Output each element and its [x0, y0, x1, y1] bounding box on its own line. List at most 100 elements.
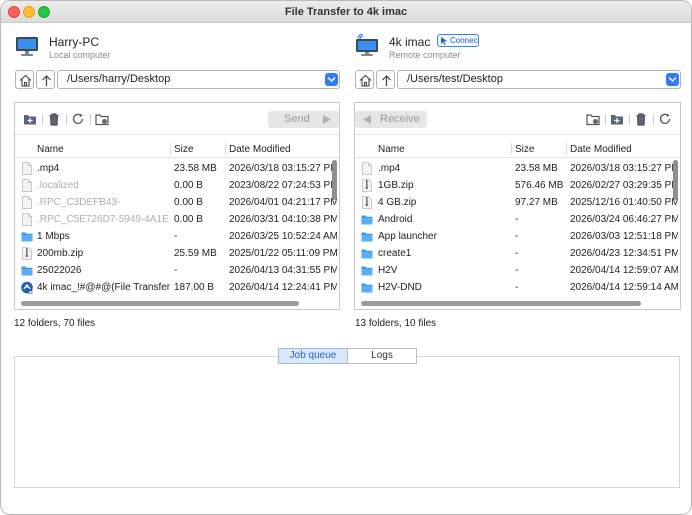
col-header-date[interactable]: Date Modified [570, 144, 632, 155]
local-table-header: Name Size Date Modified [15, 140, 339, 158]
folder-settings-icon[interactable] [586, 112, 600, 126]
connect-button[interactable]: Connect [437, 34, 479, 47]
cell-name: H2V [378, 265, 398, 276]
remote-path-dropdown[interactable] [666, 73, 679, 86]
cell-date: 2025/12/16 01:40:50 PM [570, 197, 678, 208]
table-row[interactable]: .RPC_C3DEFB43- 0.00 B 2026/04/01 04:21:17 … [15, 194, 339, 211]
remote-path-field[interactable]: /Users/test/Desktop [397, 70, 681, 89]
cell-name: 25022026 [37, 265, 82, 276]
title-bar: File Transfer to 4k imac [1, 1, 691, 23]
cell-name: 200mb.zip [37, 248, 84, 259]
local-path-bar: /Users/harry/Desktop [15, 70, 340, 89]
file-icon [362, 162, 372, 175]
table-row[interactable]: 4k imac_!#@#@(File Transfer 187.00 B 2026/… [15, 279, 339, 296]
toolbar-separator [66, 114, 67, 125]
cell-date: 2023/08/22 07:24:53 PM [229, 180, 337, 191]
cell-date: 2026/03/18 03:15:27 PM [570, 163, 678, 174]
folder-icon [361, 266, 373, 276]
toolbar-separator [90, 114, 91, 125]
table-row[interactable]: 4 GB.zip 97.27 MB 2025/12/16 01:40:50 PM [355, 194, 680, 211]
cell-name: .mp4 [37, 163, 60, 174]
folder-icon [361, 283, 373, 293]
folder-settings-icon[interactable] [95, 112, 109, 126]
trash-icon[interactable] [634, 112, 648, 126]
app-window: File Transfer to 4k imac Harry-PC Local … [0, 0, 692, 515]
table-row[interactable]: App launcher - 2026/03/03 12:51:18 PM [355, 228, 680, 245]
table-row[interactable]: H2V-DND - 2026/04/14 12:59:14 AM [355, 279, 680, 296]
home-icon [359, 74, 372, 87]
remote-path-bar: /Users/test/Desktop [355, 70, 681, 89]
table-row[interactable]: .localized 0.00 B 2023/08/22 07:24:53 PM [15, 177, 339, 194]
table-row[interactable]: 200mb.zip 25.59 MB 2025/01/22 05:11:09 PM [15, 245, 339, 262]
chevron-down-icon [668, 76, 677, 83]
local-file-panel: Send Name Size Date Modified .mp4 23.58 M… [14, 102, 340, 310]
zip-icon [362, 179, 372, 192]
remote-toolbar: Receive [355, 103, 680, 135]
arrow-up-icon [42, 75, 51, 86]
table-row[interactable]: .mp4 23.58 MB 2026/03/18 03:15:27 PM [355, 160, 680, 177]
tab-logs[interactable]: Logs [347, 348, 417, 364]
col-header-date[interactable]: Date Modified [229, 144, 291, 155]
desktop-computer-icon [16, 37, 38, 56]
col-header-size[interactable]: Size [515, 144, 534, 155]
cell-size: 187.00 B [174, 282, 215, 293]
home-icon [19, 74, 32, 87]
column-separator [511, 143, 512, 155]
remote-vertical-scrollbar[interactable] [673, 160, 678, 200]
zip-icon [362, 196, 372, 209]
cell-size: 25.59 MB [174, 248, 217, 259]
send-button[interactable]: Send [268, 111, 339, 128]
local-vertical-scrollbar[interactable] [332, 160, 337, 200]
col-header-name[interactable]: Name [378, 144, 405, 155]
col-header-size[interactable]: Size [174, 144, 193, 155]
remote-up-button[interactable] [376, 70, 395, 89]
cell-size: - [515, 248, 519, 259]
local-host-subtitle: Local computer [49, 50, 111, 60]
local-path-field[interactable]: /Users/harry/Desktop [57, 70, 340, 89]
refresh-icon[interactable] [71, 112, 85, 126]
close-window-button[interactable] [8, 6, 20, 18]
table-row[interactable]: 1GB.zip 576.46 MB 2026/02/27 03:29:35 PM [355, 177, 680, 194]
cell-name: 1GB.zip [378, 180, 414, 191]
local-file-list: .mp4 23.58 MB 2026/03/18 03:15:27 PM .local… [15, 160, 339, 296]
col-header-name[interactable]: Name [37, 144, 64, 155]
toolbar-separator [42, 114, 43, 125]
tab-job-queue[interactable]: Job queue [278, 348, 348, 364]
cell-date: 2026/03/03 12:51:18 PM [570, 231, 678, 242]
new-folder-icon[interactable] [610, 112, 624, 126]
remote-home-button[interactable] [355, 70, 374, 89]
table-row[interactable]: .mp4 23.58 MB 2026/03/18 03:15:27 PM [15, 160, 339, 177]
minimize-window-button[interactable] [23, 6, 35, 18]
cell-name: .mp4 [378, 163, 401, 174]
table-row[interactable]: create1 - 2026/04/23 12:34:51 PM [355, 245, 680, 262]
table-row[interactable]: Android - 2026/03/24 06:46:27 PM [355, 211, 680, 228]
table-row[interactable]: .RPC_C5E726D7-5949-4A1E- 0.00 B 2026/03/31… [15, 211, 339, 228]
play-right-icon [323, 115, 331, 124]
local-path-dropdown[interactable] [325, 73, 338, 86]
refresh-icon[interactable] [658, 112, 672, 126]
local-horizontal-scrollbar[interactable] [21, 301, 299, 306]
trash-icon[interactable] [47, 112, 61, 126]
job-queue-area [14, 356, 680, 488]
cell-date: 2026/04/14 12:59:14 AM [570, 282, 678, 293]
cell-date: 2026/03/31 04:10:38 PM [229, 214, 337, 225]
table-row[interactable]: 25022026 - 2026/04/13 04:31:55 PM [15, 262, 339, 279]
cell-name: H2V-DND [378, 282, 422, 293]
remote-host-name: 4k imac [389, 35, 431, 49]
local-host-header: Harry-PC Local computer [15, 31, 335, 63]
receive-button[interactable]: Receive [355, 111, 427, 128]
cell-size: 23.58 MB [515, 163, 558, 174]
local-path-text: /Users/harry/Desktop [67, 73, 171, 85]
remote-horizontal-scrollbar[interactable] [361, 301, 641, 306]
toolbar-separator [653, 114, 654, 125]
maximize-window-button[interactable] [38, 6, 50, 18]
cell-date: 2026/02/27 03:29:35 PM [570, 180, 678, 191]
table-row[interactable]: 1 Mbps - 2026/03/25 10:52:24 AM [15, 228, 339, 245]
remote-computer-icon [356, 34, 378, 56]
new-folder-icon[interactable] [23, 112, 37, 126]
local-home-button[interactable] [15, 70, 34, 89]
cell-date: 2026/03/24 06:46:27 PM [570, 214, 678, 225]
local-up-button[interactable] [36, 70, 55, 89]
cell-size: 0.00 B [174, 214, 203, 225]
table-row[interactable]: H2V - 2026/04/14 12:59:07 AM [355, 262, 680, 279]
